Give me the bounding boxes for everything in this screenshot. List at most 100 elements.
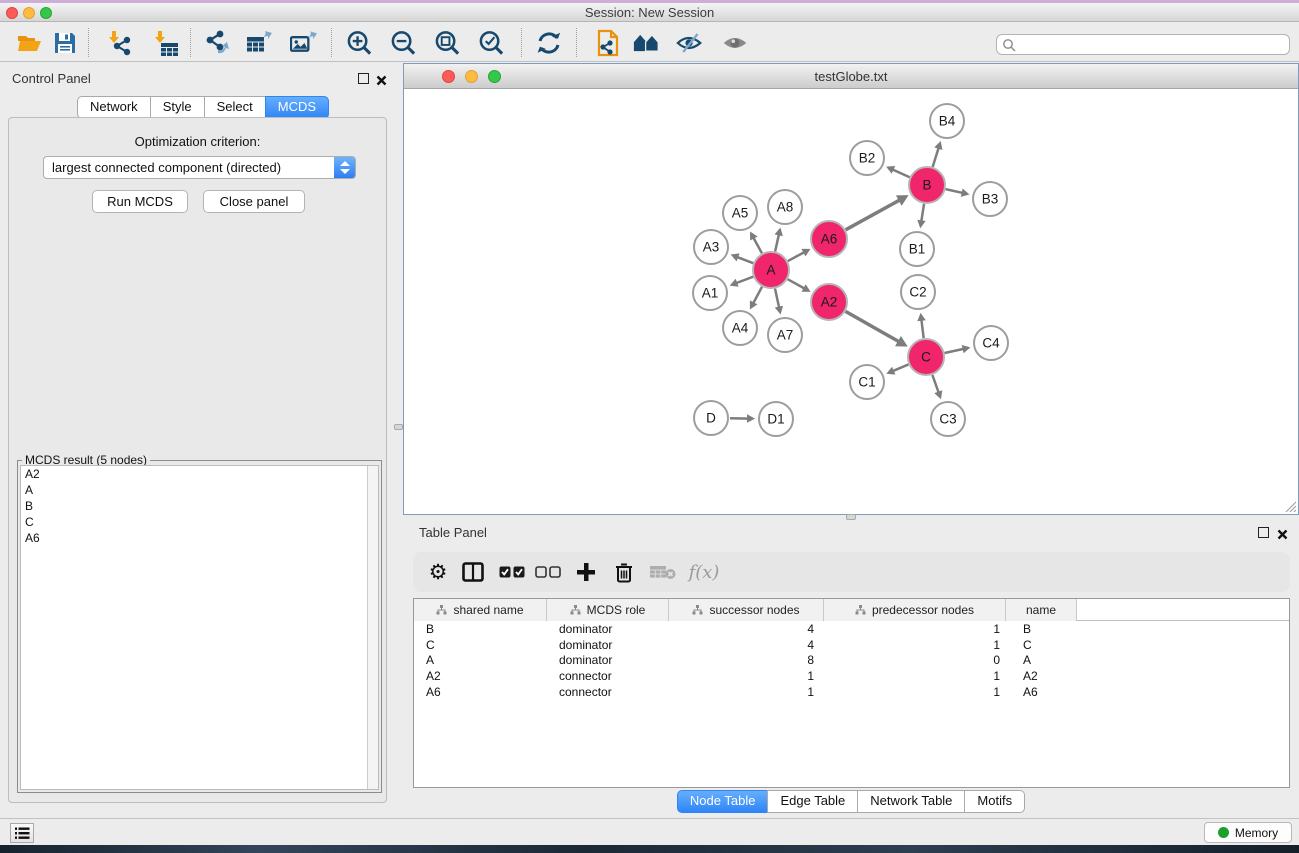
graph-edge-A-A8[interactable] bbox=[775, 234, 779, 251]
import-table-button[interactable] bbox=[152, 29, 179, 56]
resize-grip-icon[interactable] bbox=[1285, 501, 1297, 513]
column-header-MCDS-role[interactable]: MCDS role bbox=[547, 599, 669, 621]
column-header-predecessor-nodes[interactable]: predecessor nodes bbox=[824, 599, 1006, 621]
graph-node-D1[interactable]: D1 bbox=[759, 402, 793, 436]
graph-edge-C-C3[interactable] bbox=[932, 375, 938, 393]
graph-edge-A-A1[interactable] bbox=[736, 277, 753, 283]
mcds-result-list[interactable]: A2ABCA6 bbox=[20, 465, 379, 790]
mcds-result-item[interactable]: A6 bbox=[21, 530, 378, 546]
function-builder-button[interactable]: f(x) bbox=[687, 552, 721, 592]
vertical-splitter-handle[interactable] bbox=[394, 424, 403, 430]
create-column-button[interactable] bbox=[573, 552, 599, 592]
network-zoom-button[interactable] bbox=[488, 70, 501, 83]
graph-node-C4[interactable]: C4 bbox=[974, 326, 1008, 360]
delete-table-button[interactable] bbox=[649, 552, 677, 592]
tab-style[interactable]: Style bbox=[150, 96, 205, 119]
graph-node-A2[interactable]: A2 bbox=[811, 284, 847, 320]
zoom-in-button[interactable] bbox=[346, 29, 373, 56]
graph-edge-A-A6[interactable] bbox=[788, 252, 805, 261]
close-window-button[interactable] bbox=[6, 7, 18, 19]
table-row[interactable]: A6connector11A6 bbox=[414, 685, 1289, 701]
column-header-shared-name[interactable]: shared name bbox=[414, 599, 547, 621]
graph-edge-A-A7[interactable] bbox=[775, 289, 779, 308]
graph-edge-B-B2[interactable] bbox=[893, 169, 910, 177]
tab-edge-table[interactable]: Edge Table bbox=[767, 790, 858, 813]
zoom-window-button[interactable] bbox=[40, 7, 52, 19]
graph-node-C3[interactable]: C3 bbox=[931, 402, 965, 436]
table-panel-close-button[interactable] bbox=[1277, 527, 1288, 545]
graph-edge-A-A4[interactable] bbox=[753, 287, 762, 304]
deselect-all-button[interactable] bbox=[534, 552, 562, 592]
graph-node-C2[interactable]: C2 bbox=[901, 275, 935, 309]
show-columns-button[interactable] bbox=[460, 552, 486, 592]
control-panel-close-button[interactable] bbox=[376, 73, 387, 91]
save-session-button[interactable] bbox=[51, 29, 78, 56]
graph-edge-B-B1[interactable] bbox=[921, 204, 924, 222]
graph-node-B1[interactable]: B1 bbox=[900, 232, 934, 266]
refresh-button[interactable] bbox=[535, 29, 562, 56]
graph-edge-C-C2[interactable] bbox=[921, 320, 923, 338]
criterion-dropdown[interactable]: largest connected component (directed) bbox=[43, 156, 356, 179]
graph-node-C[interactable]: C bbox=[908, 339, 944, 375]
select-all-button[interactable] bbox=[498, 552, 526, 592]
table-row[interactable]: A2connector11A2 bbox=[414, 669, 1289, 685]
delete-columns-button[interactable] bbox=[611, 552, 637, 592]
tab-select[interactable]: Select bbox=[204, 96, 266, 119]
graph-edge-A-A2[interactable] bbox=[788, 279, 805, 288]
tab-network[interactable]: Network bbox=[77, 96, 151, 119]
graph-edge-A6-B[interactable] bbox=[846, 200, 900, 230]
graph-edge-C-C1[interactable] bbox=[893, 364, 909, 371]
zoom-fit-button[interactable] bbox=[434, 29, 461, 56]
horizontal-splitter-handle[interactable] bbox=[846, 514, 856, 520]
mcds-result-item[interactable]: C bbox=[21, 514, 378, 530]
table-row[interactable]: Cdominator41C bbox=[414, 638, 1289, 654]
graph-node-A5[interactable]: A5 bbox=[723, 196, 757, 230]
memory-button[interactable]: Memory bbox=[1204, 822, 1292, 843]
column-header-successor-nodes[interactable]: successor nodes bbox=[669, 599, 824, 621]
export-network-button[interactable] bbox=[203, 29, 230, 56]
graph-node-A7[interactable]: A7 bbox=[768, 318, 802, 352]
control-panel-float-button[interactable] bbox=[358, 73, 369, 84]
graph-edge-B-B3[interactable] bbox=[946, 189, 963, 193]
graph-edge-C-C4[interactable] bbox=[945, 349, 964, 353]
hide-selected-button[interactable] bbox=[676, 29, 703, 56]
tab-node-table[interactable]: Node Table bbox=[677, 790, 769, 813]
column-header-name[interactable]: name bbox=[1006, 599, 1077, 621]
network-minimize-button[interactable] bbox=[465, 70, 478, 83]
table-row[interactable]: Bdominator41B bbox=[414, 622, 1289, 638]
open-file-button[interactable] bbox=[16, 29, 43, 56]
run-mcds-button[interactable]: Run MCDS bbox=[92, 190, 188, 213]
export-table-button[interactable] bbox=[246, 29, 273, 56]
task-history-button[interactable] bbox=[10, 823, 34, 843]
zoom-out-button[interactable] bbox=[390, 29, 417, 56]
graph-node-B[interactable]: B bbox=[909, 167, 945, 203]
graph-node-B2[interactable]: B2 bbox=[850, 141, 884, 175]
minimize-window-button[interactable] bbox=[23, 7, 35, 19]
tab-network-table[interactable]: Network Table bbox=[857, 790, 965, 813]
import-network-button[interactable] bbox=[106, 29, 133, 56]
network-close-button[interactable] bbox=[442, 70, 455, 83]
graph-edge-B-B4[interactable] bbox=[933, 148, 939, 167]
graph-node-A1[interactable]: A1 bbox=[693, 276, 727, 310]
mcds-list-scrollbar[interactable] bbox=[367, 466, 378, 789]
mcds-result-item[interactable]: A bbox=[21, 482, 378, 498]
zoom-selected-button[interactable] bbox=[478, 29, 505, 56]
home-button[interactable] bbox=[633, 29, 660, 56]
new-session-button[interactable] bbox=[593, 29, 620, 56]
tab-motifs[interactable]: Motifs bbox=[964, 790, 1025, 813]
graph-edge-A-A5[interactable] bbox=[753, 238, 762, 254]
graph-node-B4[interactable]: B4 bbox=[930, 104, 964, 138]
close-panel-button[interactable]: Close panel bbox=[203, 190, 305, 213]
table-row[interactable]: Adominator80A bbox=[414, 653, 1289, 669]
graph-node-A3[interactable]: A3 bbox=[694, 230, 728, 264]
network-canvas[interactable]: B4B2BB3A8A5A6A3B1AA1C2A2A4A7C4CC1DC3D1 bbox=[404, 89, 1298, 514]
table-panel-float-button[interactable] bbox=[1258, 527, 1269, 538]
graph-node-A[interactable]: A bbox=[753, 252, 789, 288]
export-image-button[interactable] bbox=[290, 29, 317, 56]
graph-edge-A-A3[interactable] bbox=[737, 257, 753, 263]
graph-node-A6[interactable]: A6 bbox=[811, 221, 847, 257]
tab-mcds[interactable]: MCDS bbox=[265, 96, 329, 119]
table-settings-button[interactable]: ⚙ bbox=[425, 552, 451, 592]
mcds-result-item[interactable]: A2 bbox=[21, 466, 378, 482]
graph-node-A8[interactable]: A8 bbox=[768, 190, 802, 224]
